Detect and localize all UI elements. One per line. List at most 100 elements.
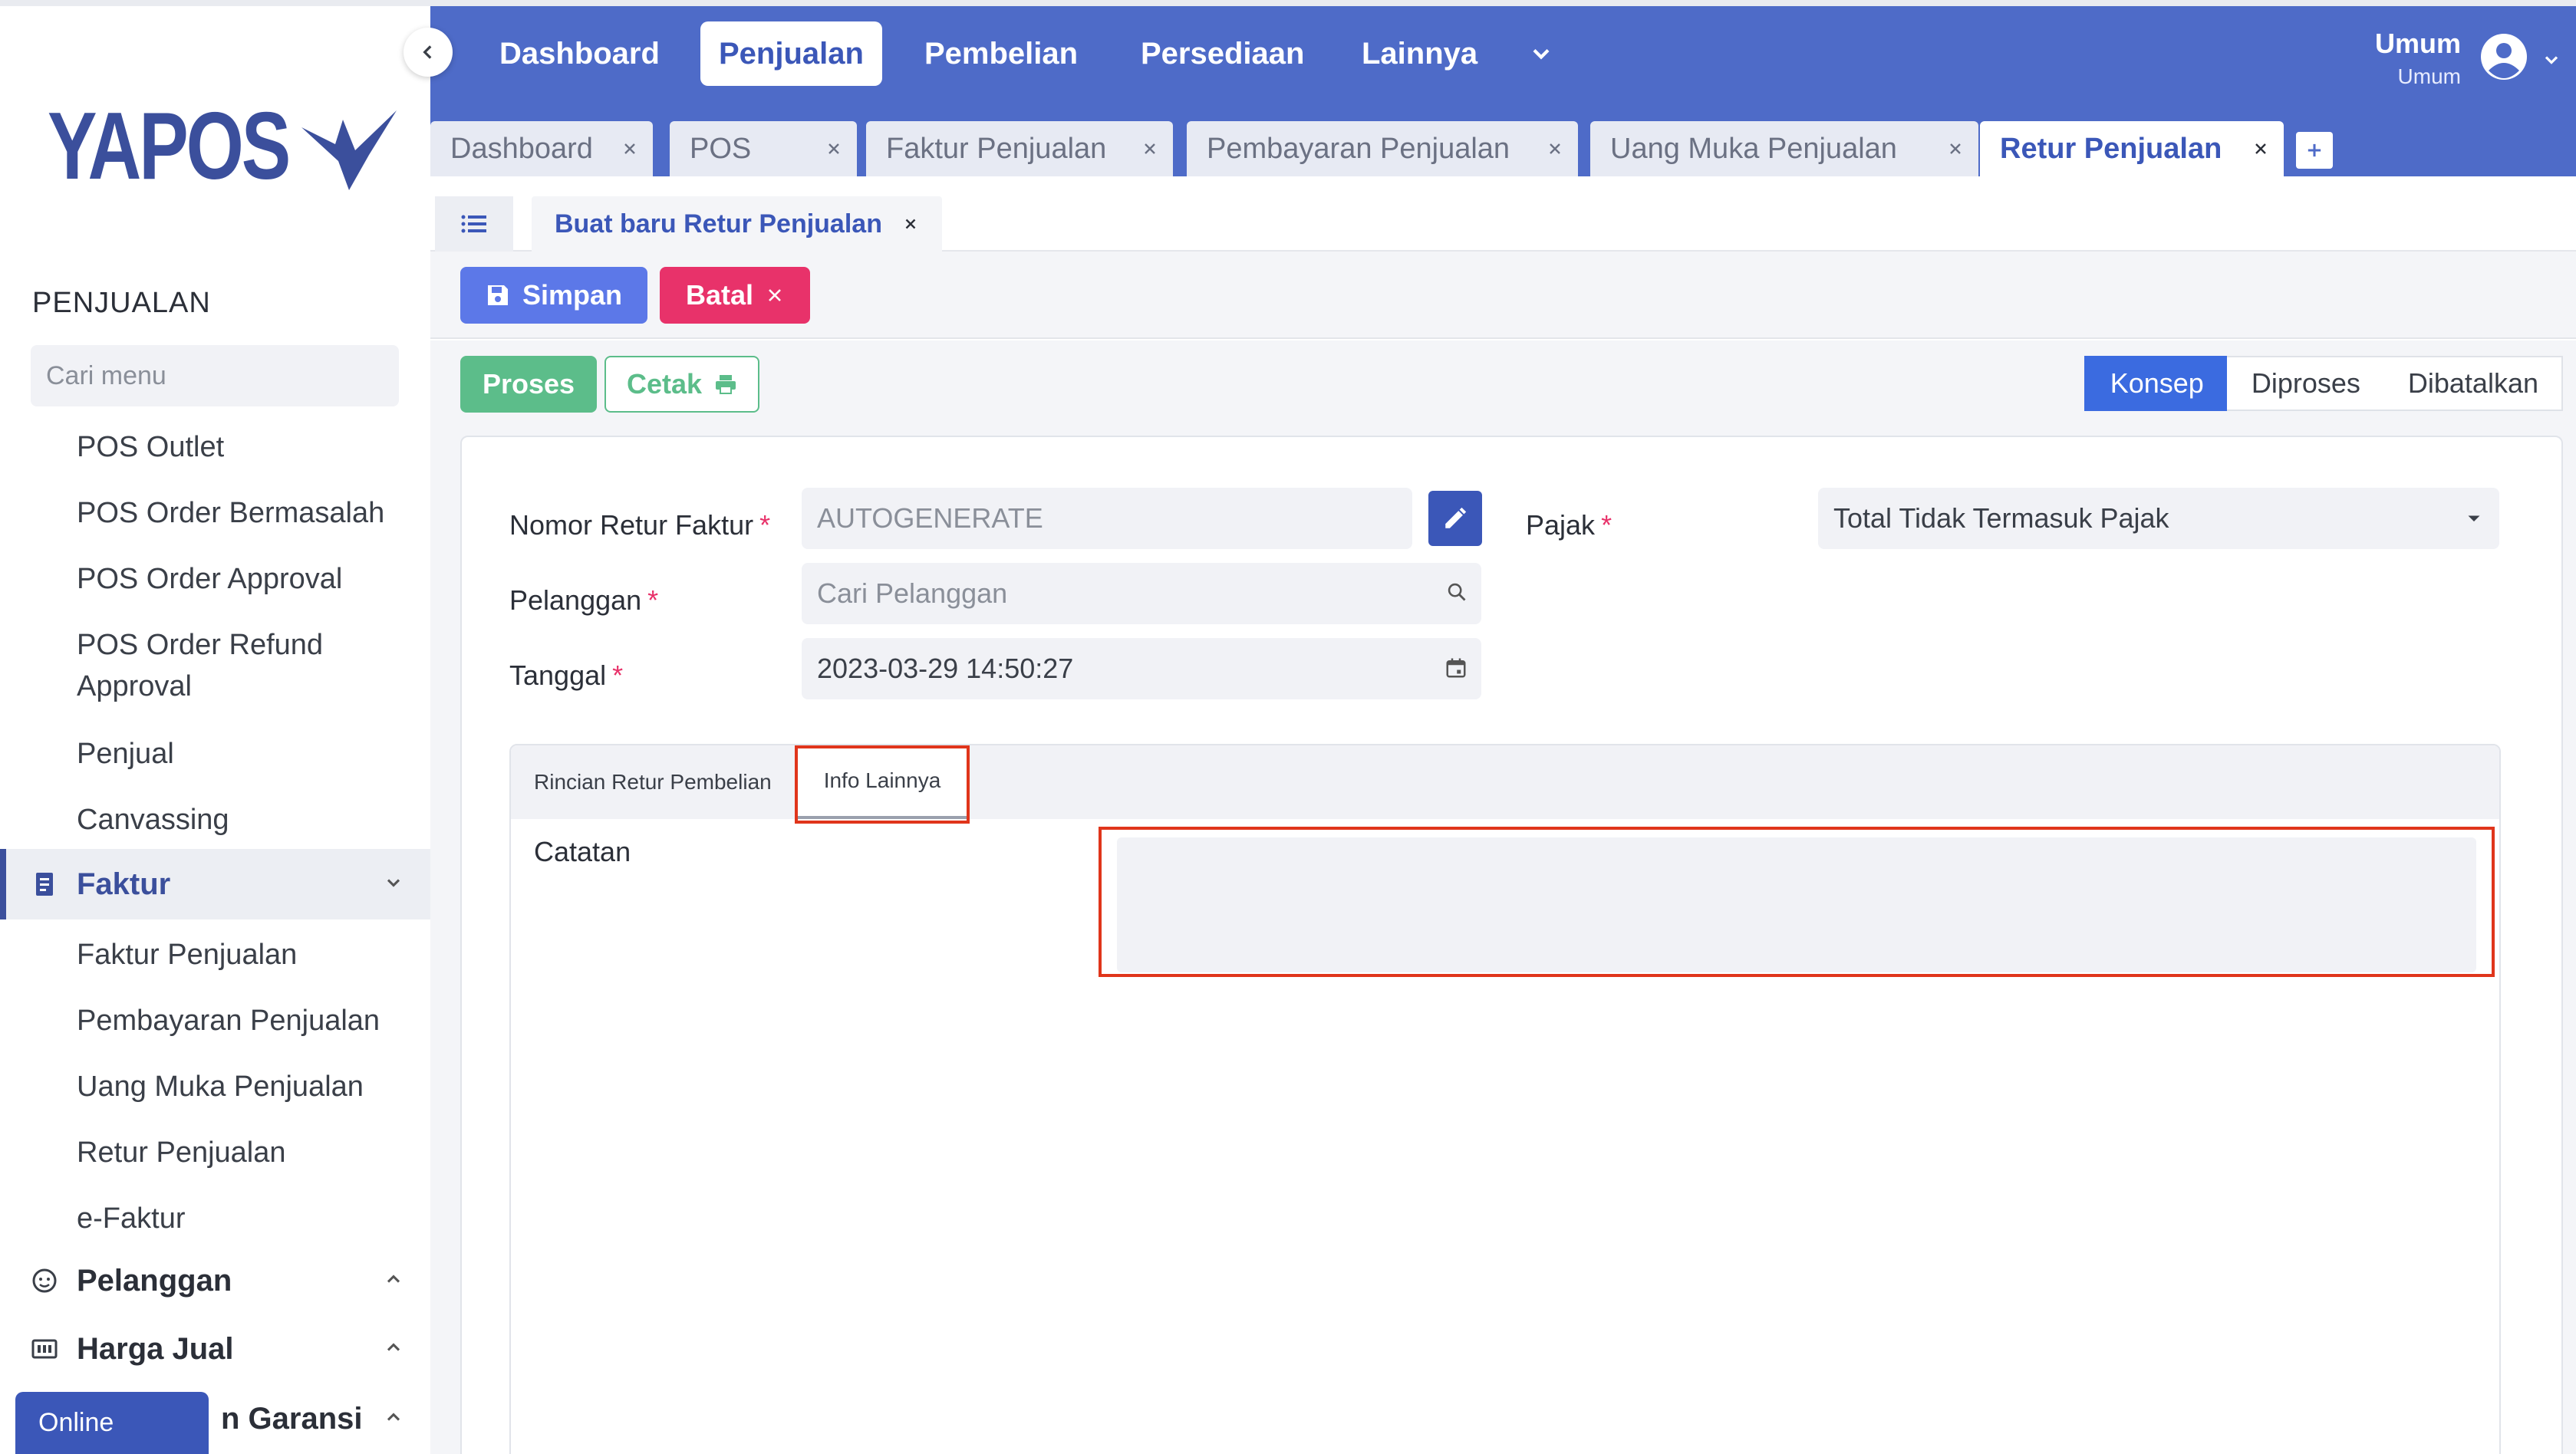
sidebar-group-pelanggan[interactable]: Pelanggan [0, 1245, 430, 1316]
textarea-highlight-box [1099, 827, 2495, 977]
tab-rincian-retur[interactable]: Rincian Retur Pembelian [534, 745, 772, 819]
open-tabs-bar: Dashboard POS Faktur Penjualan Pembayara… [430, 106, 2576, 176]
receipt-icon [29, 871, 60, 897]
chevron-down-icon [387, 879, 400, 887]
sidebar-item-uang-muka-penjualan[interactable]: Uang Muka Penjualan [77, 1066, 364, 1107]
sidebar: YAPOS PENJUALAN POS Outlet POS Order Ber… [0, 6, 430, 1454]
print-button[interactable]: Cetak [604, 356, 759, 413]
close-icon[interactable] [1946, 140, 1965, 158]
tanggal-label-text: Tanggal [509, 660, 607, 691]
close-icon[interactable] [621, 140, 639, 158]
nav-dashboard[interactable]: Dashboard [481, 21, 678, 86]
tab-pos[interactable]: POS [670, 121, 857, 176]
printer-icon [716, 375, 736, 394]
close-icon[interactable] [2252, 140, 2270, 158]
sidebar-group-harga-jual[interactable]: Harga Jual [0, 1314, 430, 1384]
cancel-button[interactable]: Batal [660, 267, 810, 324]
nav-penjualan[interactable]: Penjualan [700, 21, 882, 86]
nav-lainnya[interactable]: Lainnya [1343, 21, 1496, 86]
sidebar-item-pos-outlet[interactable]: POS Outlet [77, 426, 224, 468]
sidebar-group-label: Pelanggan [77, 1263, 232, 1298]
list-view-button[interactable] [435, 196, 513, 252]
tab-label: Faktur Penjualan [886, 132, 1107, 165]
nomor-retur-label: Nomor Retur Faktur * [509, 509, 770, 541]
pelanggan-search[interactable]: Cari Pelanggan [802, 563, 1481, 624]
save-button[interactable]: Simpan [460, 267, 647, 324]
pajak-select[interactable]: Total Tidak Termasuk Pajak [1818, 488, 2499, 549]
sidebar-collapse-button[interactable] [404, 28, 453, 77]
sidebar-item-pos-order-approval[interactable]: POS Order Approval [77, 558, 342, 600]
close-icon[interactable] [1141, 140, 1159, 158]
caret-down-icon [2468, 515, 2480, 521]
tanggal-input[interactable]: 2023-03-29 14:50:27 [802, 638, 1481, 699]
chevron-up-icon [387, 1343, 400, 1351]
pajak-label-text: Pajak [1526, 509, 1596, 541]
subtab-label: Buat baru Retur Penjualan [555, 209, 882, 238]
user-role: Umum [2397, 64, 2461, 88]
required-mark: * [612, 660, 624, 691]
cancel-label: Batal [685, 279, 754, 311]
close-icon[interactable] [825, 140, 843, 158]
price-tag-icon [29, 1337, 60, 1360]
plus-icon [2308, 143, 2321, 157]
tab-highlight-box [795, 745, 970, 824]
list-icon [461, 215, 486, 233]
sidebar-group-faktur[interactable]: Faktur [0, 849, 430, 919]
close-icon[interactable] [1546, 140, 1564, 158]
status-step-dibatalkan: Dibatalkan [2383, 356, 2563, 411]
nav-pembelian[interactable]: Pembelian [906, 21, 1096, 86]
sidebar-group-label: Faktur [77, 867, 171, 901]
catatan-label: Catatan [534, 836, 631, 867]
sidebar-section-title: PENJUALAN [32, 287, 211, 319]
tab-dashboard[interactable]: Dashboard [430, 121, 653, 176]
user-name: Umum [2374, 28, 2461, 59]
tab-pembayaran-penjualan[interactable]: Pembayaran Penjualan [1187, 121, 1578, 176]
main-content: Proses Cetak Konsep Diproses Dibatalkan … [430, 340, 2576, 1454]
subtab-buat-baru-retur[interactable]: Buat baru Retur Penjualan [532, 196, 942, 252]
required-mark: * [647, 584, 659, 616]
tab-retur-penjualan[interactable]: Retur Penjualan [1980, 121, 2284, 176]
app-logo[interactable]: YAPOS [48, 97, 403, 196]
sidebar-item-e-faktur[interactable]: e-Faktur [77, 1198, 185, 1239]
active-indicator [0, 849, 6, 919]
sidebar-item-canvassing[interactable]: Canvassing [77, 799, 229, 840]
chevron-down-icon [2545, 56, 2558, 64]
sub-tabs-bar: Buat baru Retur Penjualan [430, 176, 2576, 252]
add-tab-button[interactable] [2296, 132, 2333, 169]
pelanggan-label-text: Pelanggan [509, 584, 642, 616]
edit-number-button[interactable] [1428, 491, 1482, 546]
sidebar-item-penjual[interactable]: Penjual [77, 733, 174, 775]
bird-logo-icon [301, 110, 397, 190]
top-navigation: Dashboard Penjualan Pembelian Persediaan… [430, 6, 2576, 106]
tab-faktur-penjualan[interactable]: Faktur Penjualan [866, 121, 1173, 176]
sidebar-item-pos-order-refund-approval[interactable]: POS Order Refund Approval [77, 624, 384, 707]
logo-text: YAPOS [48, 94, 291, 199]
calendar-icon [1446, 658, 1466, 678]
nav-persediaan[interactable]: Persediaan [1122, 21, 1323, 86]
close-icon[interactable] [902, 215, 919, 232]
online-status-badge[interactable]: Online [15, 1392, 209, 1454]
user-menu[interactable]: Umum Umum [2346, 21, 2576, 98]
search-icon [1448, 583, 1466, 601]
sidebar-search-input[interactable] [46, 360, 386, 391]
sidebar-search[interactable] [31, 345, 399, 406]
sidebar-item-retur-penjualan[interactable]: Retur Penjualan [77, 1132, 286, 1173]
tab-uang-muka-penjualan[interactable]: Uang Muka Penjualan [1590, 121, 1978, 176]
tanggal-value: 2023-03-29 14:50:27 [817, 653, 1074, 684]
chevron-up-icon [387, 1413, 400, 1421]
status-step-diproses: Diproses [2226, 356, 2383, 411]
chevron-down-icon[interactable] [1527, 40, 1555, 67]
nomor-retur-input[interactable]: AUTOGENERATE [802, 488, 1412, 549]
sidebar-item-faktur-penjualan[interactable]: Faktur Penjualan [77, 934, 297, 975]
form-action-bar: Simpan Batal [430, 252, 2576, 339]
status-step-konsep: Konsep [2084, 356, 2227, 411]
sidebar-item-pembayaran-penjualan[interactable]: Pembayaran Penjualan [77, 1000, 380, 1041]
required-mark: * [759, 509, 771, 541]
detail-tabs-header: Rincian Retur Pembelian Info Lainnya [511, 745, 2499, 824]
pajak-value: Total Tidak Termasuk Pajak [1833, 502, 2169, 534]
sidebar-item-pos-order-bermasalah[interactable]: POS Order Bermasalah [77, 492, 384, 534]
tab-label: Pembayaran Penjualan [1207, 132, 1510, 165]
tanggal-label: Tanggal * [509, 660, 623, 692]
face-icon [29, 1268, 60, 1294]
process-button[interactable]: Proses [460, 356, 597, 413]
